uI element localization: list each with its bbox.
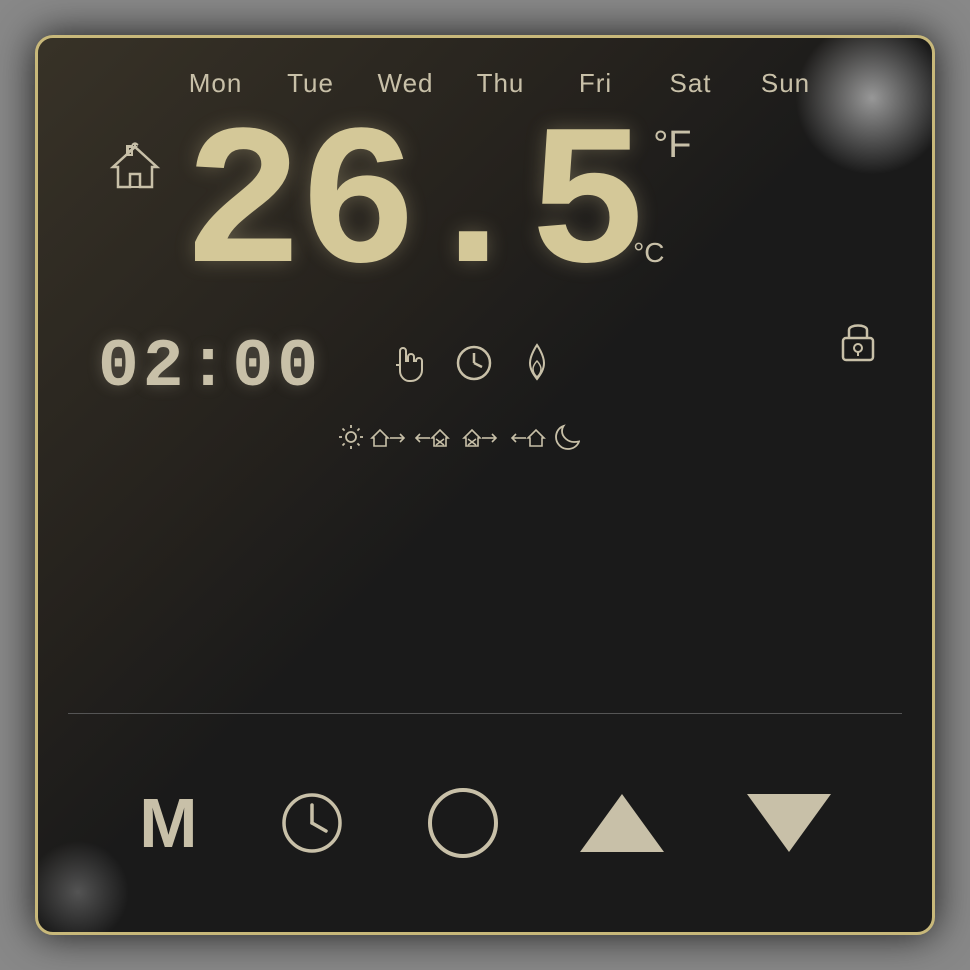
- hand-icon: [392, 343, 426, 392]
- buttons-row: M: [38, 714, 932, 932]
- main-display: Mon Tue Wed Thu Fri Sat Sun: [38, 38, 932, 758]
- leave-home-icon: [370, 424, 408, 456]
- unit-celsius: °C: [633, 237, 691, 269]
- return-home-icon: [510, 424, 548, 456]
- temperature-units: °F °C: [653, 124, 691, 269]
- time-icons-row: 02:00: [78, 329, 892, 406]
- day-sat: Sat: [643, 68, 738, 99]
- down-arrow: [747, 794, 831, 852]
- clock-button[interactable]: [280, 791, 345, 856]
- status-icons: [392, 343, 552, 392]
- circle-button-shape: [428, 788, 498, 858]
- temperature-area: 26.5 °F °C: [78, 109, 892, 309]
- arrive-home-heating-icon: [414, 424, 456, 456]
- temperature-display: 26.5: [183, 109, 643, 309]
- lock-icon: [839, 318, 877, 371]
- unit-fahrenheit: °F: [653, 124, 691, 167]
- up-arrow: [580, 794, 664, 852]
- day-sun: Sun: [738, 68, 833, 99]
- clock-status-icon: [456, 345, 492, 390]
- leave-home-heating-icon: [462, 424, 504, 456]
- thermostat-device: Mon Tue Wed Thu Fri Sat Sun: [35, 35, 935, 935]
- power-button[interactable]: [428, 788, 498, 858]
- mode-button[interactable]: M: [139, 783, 197, 863]
- temp-value: 26.5: [183, 95, 643, 322]
- home-icon: [108, 139, 163, 207]
- night-mode-icon: [554, 424, 580, 456]
- schedule-row: [78, 424, 892, 456]
- down-button[interactable]: [747, 794, 831, 852]
- sun-schedule-icon: [338, 424, 364, 456]
- up-button[interactable]: [580, 794, 664, 852]
- flame-icon: [522, 343, 552, 392]
- time-display: 02:00: [98, 329, 322, 406]
